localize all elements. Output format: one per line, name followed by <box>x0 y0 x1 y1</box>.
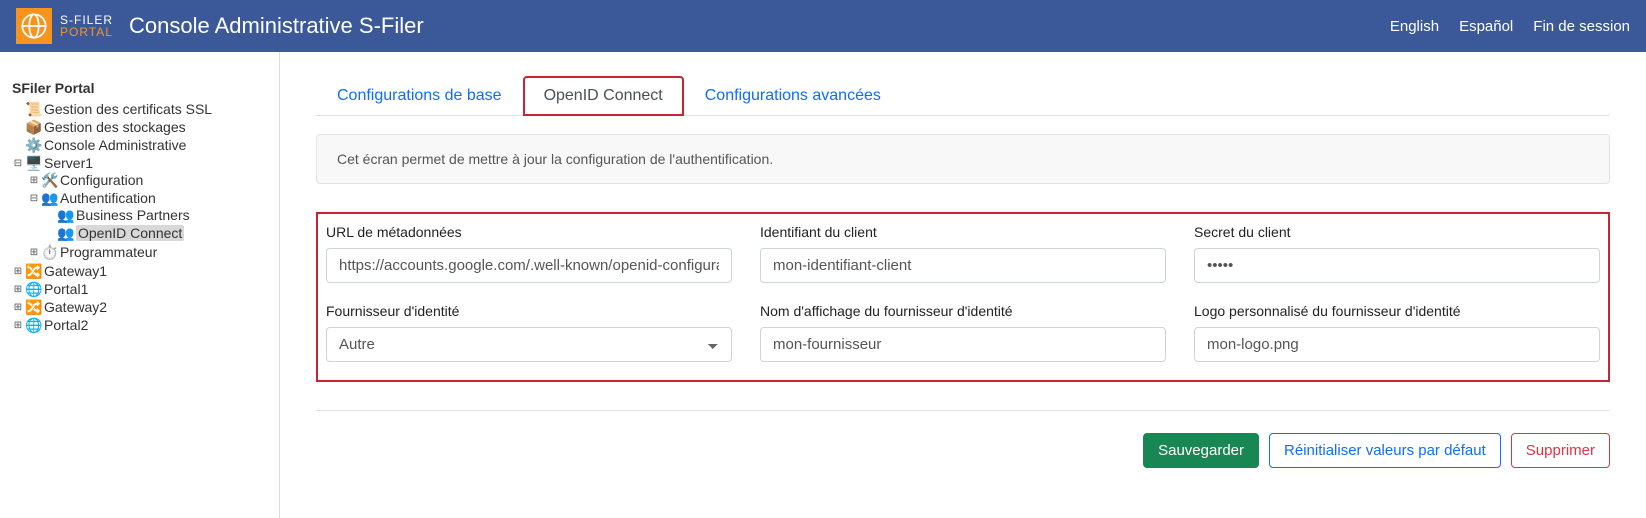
tree-item-portal2[interactable]: ⊞🌐Portal2 <box>12 317 269 333</box>
tree-item-gateway1[interactable]: ⊞🔀Gateway1 <box>12 263 269 279</box>
app-header: S-FILER PORTAL Console Administrative S-… <box>0 0 1646 52</box>
tree-item-gateway2[interactable]: ⊞🔀Gateway2 <box>12 299 269 315</box>
main-content: Configurations de base OpenID Connect Co… <box>280 52 1646 518</box>
scheduler-icon: ⏱️ <box>42 244 58 260</box>
tree-item-portal1[interactable]: ⊞🌐Portal1 <box>12 281 269 297</box>
lang-espanol-link[interactable]: Español <box>1459 18 1513 35</box>
users-icon: 👥 <box>58 207 74 223</box>
tree-item-auth[interactable]: ⊟👥Authentification <box>28 190 269 206</box>
app-title: Console Administrative S-Filer <box>129 13 424 39</box>
users-icon: 👥 <box>58 225 74 241</box>
tab-bar: Configurations de base OpenID Connect Co… <box>316 76 1610 116</box>
users-icon: 👥 <box>42 190 58 206</box>
logo-icon <box>16 8 52 44</box>
expand-icon[interactable]: ⊞ <box>12 302 24 313</box>
tab-openid-connect[interactable]: OpenID Connect <box>523 76 684 116</box>
form-container: URL de métadonnées Identifiant du client… <box>316 212 1610 382</box>
tree-item-console[interactable]: ⚙️Console Administrative <box>12 137 269 153</box>
tree-item-programmateur[interactable]: ⊞⏱️Programmateur <box>28 244 269 260</box>
tree-item-stockages[interactable]: 📦Gestion des stockages <box>12 119 269 135</box>
storage-icon: 📦 <box>26 119 42 135</box>
expand-icon[interactable]: ⊞ <box>28 247 40 258</box>
tree-item-server1[interactable]: ⊟🖥️Server1 <box>12 155 269 171</box>
globe-icon: 🌐 <box>26 281 42 297</box>
gateway-icon: 🔀 <box>26 299 42 315</box>
identity-provider-select[interactable]: Autre <box>326 327 732 362</box>
button-row: Sauvegarder Réinitialiser valeurs par dé… <box>316 433 1610 468</box>
identity-provider-label: Fournisseur d'identité <box>326 303 732 319</box>
globe-icon: 🌐 <box>26 317 42 333</box>
lang-english-link[interactable]: English <box>1390 18 1439 35</box>
logout-link[interactable]: Fin de session <box>1533 18 1630 35</box>
custom-logo-label: Logo personnalisé du fournisseur d'ident… <box>1194 303 1600 319</box>
client-secret-label: Secret du client <box>1194 224 1600 240</box>
reset-button[interactable]: Réinitialiser valeurs par défaut <box>1269 433 1501 468</box>
display-name-input[interactable] <box>760 327 1166 362</box>
custom-logo-input[interactable] <box>1194 327 1600 362</box>
config-icon: 🛠️ <box>42 172 58 188</box>
tree-item-openid-connect[interactable]: 👥OpenID Connect <box>44 225 269 241</box>
metadata-url-label: URL de métadonnées <box>326 224 732 240</box>
gear-icon: ⚙️ <box>26 137 42 153</box>
collapse-icon[interactable]: ⊟ <box>28 193 40 204</box>
tab-advanced-config[interactable]: Configurations avancées <box>684 76 902 115</box>
client-id-input[interactable] <box>760 248 1166 283</box>
expand-icon[interactable]: ⊞ <box>12 266 24 277</box>
collapse-icon[interactable]: ⊟ <box>12 158 24 169</box>
client-secret-input[interactable] <box>1194 248 1600 283</box>
info-message: Cet écran permet de mettre à jour la con… <box>316 134 1610 184</box>
save-button[interactable]: Sauvegarder <box>1143 433 1259 468</box>
tree-item-business-partners[interactable]: 👥Business Partners <box>44 207 269 223</box>
divider <box>316 410 1610 411</box>
server-icon: 🖥️ <box>26 155 42 171</box>
tab-base-config[interactable]: Configurations de base <box>316 76 523 115</box>
display-name-label: Nom d'affichage du fournisseur d'identit… <box>760 303 1166 319</box>
metadata-url-input[interactable] <box>326 248 732 283</box>
tree-item-configuration[interactable]: ⊞🛠️Configuration <box>28 172 269 188</box>
gateway-icon: 🔀 <box>26 263 42 279</box>
delete-button[interactable]: Supprimer <box>1511 433 1610 468</box>
tree-root[interactable]: SFiler Portal <box>12 80 269 96</box>
tree-item-certificats[interactable]: 📜Gestion des certificats SSL <box>12 101 269 117</box>
expand-icon[interactable]: ⊞ <box>28 175 40 186</box>
expand-icon[interactable]: ⊞ <box>12 284 24 295</box>
client-id-label: Identifiant du client <box>760 224 1166 240</box>
logo-text: S-FILER PORTAL <box>60 14 113 38</box>
expand-icon[interactable]: ⊞ <box>12 320 24 331</box>
certificate-icon: 📜 <box>26 101 42 117</box>
sidebar: SFiler Portal 📜Gestion des certificats S… <box>0 52 280 518</box>
